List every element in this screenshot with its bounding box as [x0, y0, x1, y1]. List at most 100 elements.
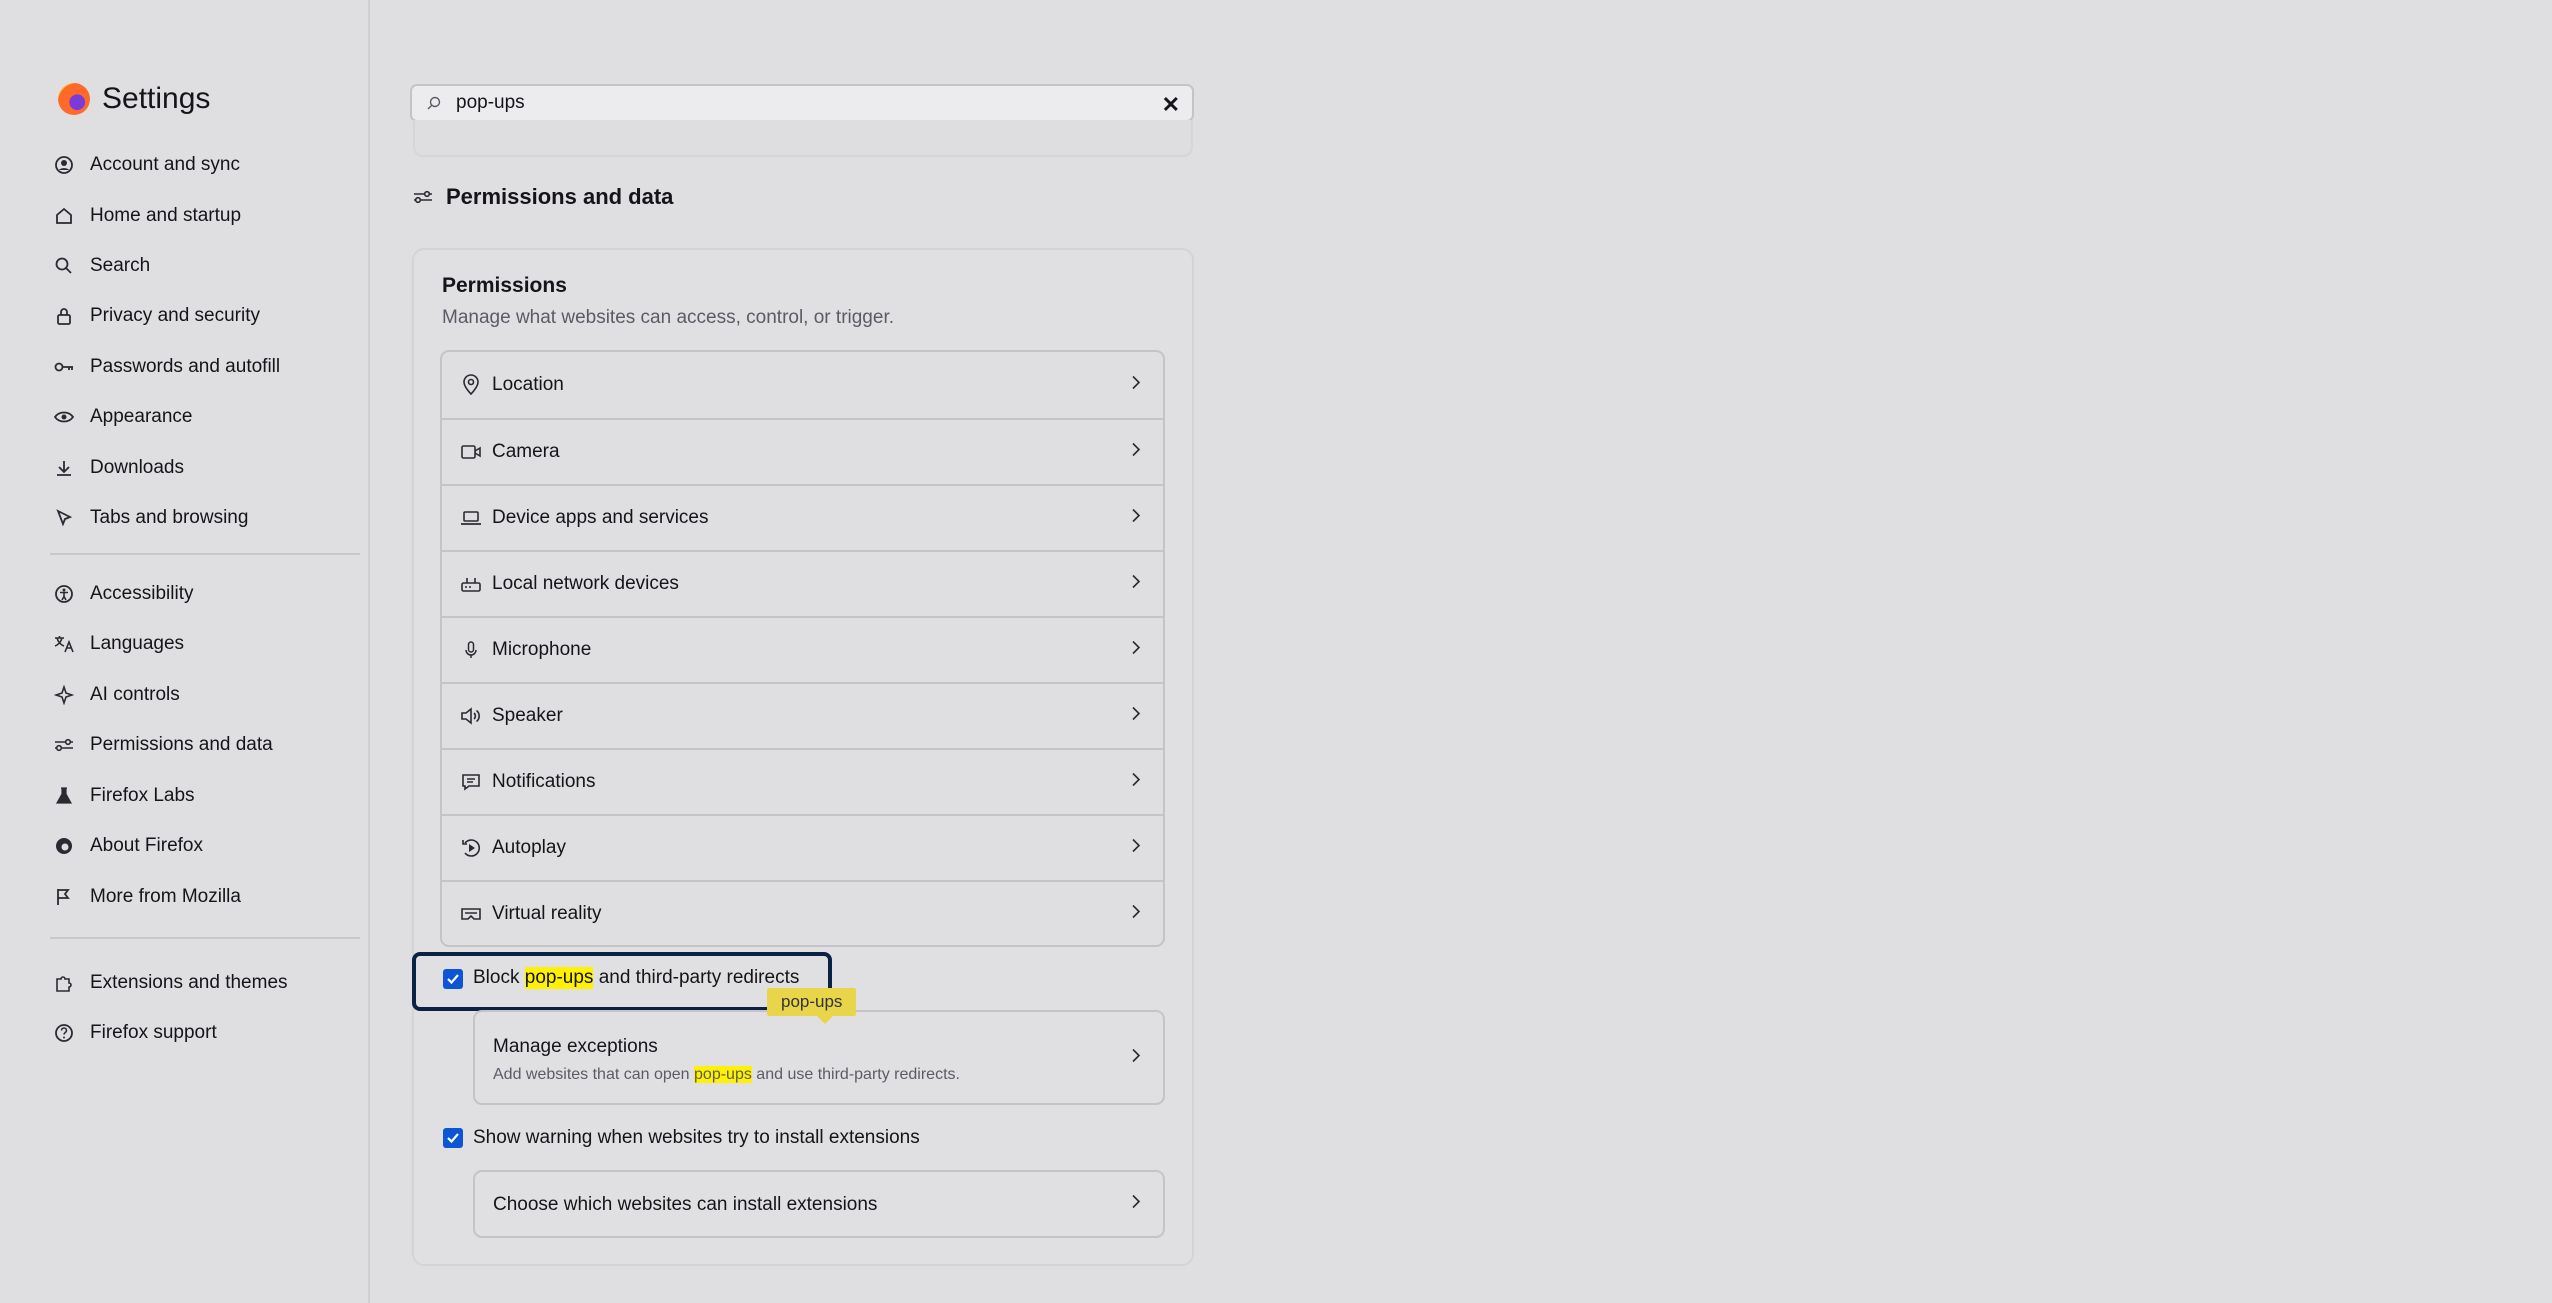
chevron-right-icon [1131, 772, 1141, 793]
lock-icon [50, 302, 78, 330]
subtitle-text: and use third-party redirects. [751, 1066, 960, 1083]
label-text: and third-party redirects [593, 967, 800, 988]
permission-row-virtual-reality[interactable]: Virtual reality [442, 880, 1163, 945]
account-icon [50, 151, 78, 179]
checkmark-icon [447, 1133, 459, 1144]
microphone-icon [460, 640, 482, 660]
sidebar-item-passwords[interactable]: Passwords and autofill [50, 347, 360, 387]
sidebar-item-languages[interactable]: Languages [50, 624, 360, 664]
cursor-icon [50, 504, 78, 532]
sidebar-item-privacy[interactable]: Privacy and security [50, 296, 360, 336]
speaker-icon [460, 706, 482, 726]
subtitle-text: Add websites that can open [493, 1066, 695, 1083]
sidebar-divider [50, 553, 360, 555]
permission-label: Virtual reality [492, 903, 602, 924]
manage-exceptions-button[interactable]: Manage exceptions Add websites that can … [473, 1010, 1165, 1105]
chevron-right-icon [1131, 375, 1141, 396]
permissions-title: Permissions [442, 274, 567, 297]
firefox-icon [50, 832, 78, 860]
sidebar-item-label: Account and sync [90, 154, 240, 175]
block-popups-label[interactable]: Block pop-ups and third-party redirects [473, 967, 799, 989]
permission-row-location[interactable]: Location [442, 352, 1163, 418]
sidebar-item-about-firefox[interactable]: About Firefox [50, 826, 360, 866]
sidebar-item-more-mozilla[interactable]: More from Mozilla [50, 877, 360, 917]
sidebar-item-support[interactable]: Firefox support [50, 1013, 360, 1053]
laptop-icon [460, 509, 482, 527]
sidebar-item-firefox-labs[interactable]: Firefox Labs [50, 776, 360, 816]
clear-search-button[interactable]: ✕ [1162, 92, 1180, 118]
sidebar-item-label: Extensions and themes [90, 972, 288, 993]
permission-row-local-network[interactable]: Local network devices [442, 550, 1163, 616]
sidebar-item-extensions[interactable]: Extensions and themes [50, 963, 360, 1003]
sidebar-item-permissions[interactable]: Permissions and data [50, 725, 360, 765]
permissions-list: Location Camera Device apps and services… [440, 350, 1165, 947]
choose-extension-websites-label: Choose which websites can install extens… [493, 1194, 878, 1215]
search-highlight: pop-ups [694, 1066, 752, 1083]
checkmark-icon [447, 974, 459, 985]
sidebar-item-label: Privacy and security [90, 305, 261, 326]
permission-row-device-apps[interactable]: Device apps and services [442, 484, 1163, 550]
search-icon [426, 93, 446, 113]
chevron-right-icon [1131, 574, 1141, 595]
permission-label: Autoplay [492, 837, 566, 858]
permission-row-microphone[interactable]: Microphone [442, 616, 1163, 682]
sidebar: Settings Account and sync Home and start… [0, 0, 370, 1303]
permission-row-speaker[interactable]: Speaker [442, 682, 1163, 748]
permission-row-camera[interactable]: Camera [442, 418, 1163, 484]
sidebar-divider [50, 937, 360, 939]
permission-row-notifications[interactable]: Notifications [442, 748, 1163, 814]
eye-icon [50, 403, 78, 431]
sidebar-item-label: About Firefox [90, 835, 203, 856]
sidebar-item-tabs[interactable]: Tabs and browsing [50, 498, 360, 538]
sidebar-item-label: Downloads [90, 457, 184, 478]
help-icon [50, 1019, 78, 1047]
choose-extension-websites-button[interactable]: Choose which websites can install extens… [473, 1170, 1165, 1238]
permission-label: Camera [492, 441, 560, 462]
flask-icon [50, 782, 78, 810]
permission-row-autoplay[interactable]: Autoplay [442, 814, 1163, 880]
sidebar-item-accessibility[interactable]: Accessibility [50, 574, 360, 614]
permission-label: Device apps and services [492, 507, 709, 528]
chevron-right-icon [1131, 508, 1141, 529]
sidebar-item-appearance[interactable]: Appearance [50, 397, 360, 437]
sidebar-item-label: Firefox Labs [90, 785, 195, 806]
sidebar-item-downloads[interactable]: Downloads [50, 448, 360, 488]
sidebar-item-label: Firefox support [90, 1022, 217, 1043]
sidebar-item-label: Tabs and browsing [90, 507, 249, 528]
brand: Settings [58, 82, 210, 116]
sparkle-icon [50, 681, 78, 709]
sidebar-item-ai-controls[interactable]: AI controls [50, 675, 360, 715]
chevron-right-icon [1131, 838, 1141, 859]
autoplay-icon [460, 838, 482, 858]
home-icon [50, 202, 78, 230]
search-input[interactable]: pop-ups ✕ [410, 84, 1194, 122]
sidebar-item-label: Passwords and autofill [90, 356, 281, 377]
previous-card [413, 120, 1193, 157]
sidebar-item-label: Permissions and data [90, 734, 273, 755]
search-value: pop-ups [456, 92, 525, 113]
manage-exceptions-subtitle: Add websites that can open pop-ups and u… [493, 1066, 960, 1084]
extension-warning-label[interactable]: Show warning when websites try to instal… [473, 1127, 920, 1149]
sliders-icon [50, 731, 78, 759]
permissions-subtitle: Manage what websites can access, control… [442, 307, 895, 328]
sidebar-item-account[interactable]: Account and sync [50, 145, 360, 185]
extension-warning-checkbox[interactable] [443, 1128, 463, 1148]
chevron-right-icon [1131, 706, 1141, 727]
search-highlight: pop-ups [524, 967, 594, 989]
notification-icon [460, 772, 482, 792]
sidebar-item-label: Home and startup [90, 205, 242, 226]
vr-icon [460, 905, 482, 923]
permission-label: Location [492, 374, 564, 395]
sidebar-item-home[interactable]: Home and startup [50, 196, 360, 236]
sidebar-item-search[interactable]: Search [50, 246, 360, 286]
key-icon [50, 353, 78, 381]
sidebar-item-label: Search [90, 255, 151, 276]
section-title: Permissions and data [446, 184, 674, 209]
block-popups-checkbox[interactable] [443, 969, 463, 989]
chevron-right-icon [1131, 904, 1141, 925]
sidebar-item-label: Accessibility [90, 583, 194, 604]
camera-icon [460, 443, 482, 461]
page-title: Settings [102, 82, 211, 115]
router-icon [460, 574, 482, 594]
sidebar-item-label: Languages [90, 633, 185, 654]
